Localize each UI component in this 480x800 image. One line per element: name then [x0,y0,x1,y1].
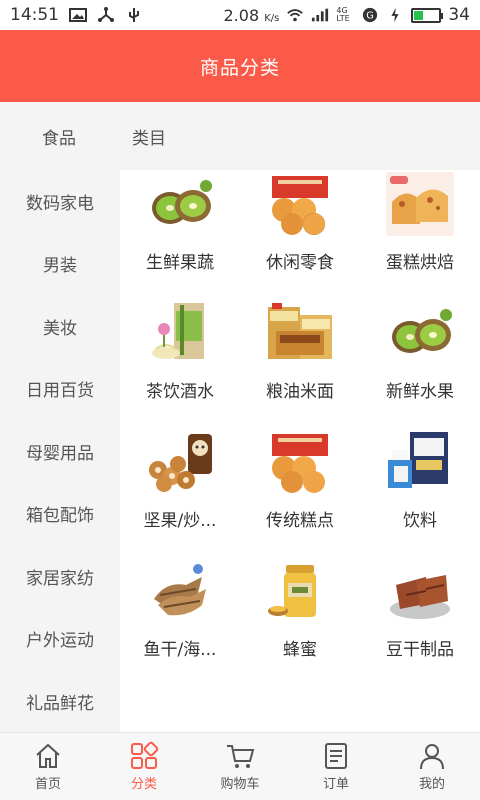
grid-item-label: 饮料 [403,511,437,531]
tab-category[interactable]: 类目 [132,124,166,149]
honey-jar-image [266,559,334,623]
signal-icon [312,8,329,22]
battery-icon [411,7,444,23]
traditional-pastry-image [266,430,334,494]
svg-text:G: G [367,11,375,22]
grid-item-label: 鱼干/海... [143,640,217,660]
grid-item-tea-drinks[interactable]: 茶饮酒水 [120,299,240,428]
share-icon [98,7,114,22]
sidebar-item-daily-goods[interactable]: 日用百货 [0,358,120,421]
dried-fish-image [146,559,214,623]
image-icon [69,8,87,22]
snack-cakes-image [266,172,334,236]
grid-item-label: 粮油米面 [266,382,334,402]
kiwi-fruit-image [146,172,214,236]
grid-item-label: 休闲零食 [266,253,334,273]
network-speed: 2.08 K/s [223,5,280,25]
nav-label: 我的 [418,777,445,792]
page-title: 商品分类 [199,56,280,79]
nav-label: 首页 [34,777,61,792]
grid-item-traditional-pastry[interactable]: 传统糕点 [240,428,360,557]
sidebar-item-menswear[interactable]: 男装 [0,233,120,296]
grid-item-snacks[interactable]: 休闲零食 [240,170,360,299]
bottom-nav: 首页 分类 购物车 订单 我的 [0,732,480,800]
sidebar-item-bags-accessories[interactable]: 箱包配饰 [0,483,120,546]
battery-percent: 34 [448,5,470,25]
dried-tofu-image [386,559,454,623]
status-time: 14:51 [10,5,59,25]
home-icon [36,743,60,768]
nuts-package-image [146,430,214,494]
charging-icon [391,7,399,23]
coconut-milk-drink-image [386,430,454,494]
category-grid: 生鲜果蔬 休闲零食 蛋糕烘焙 茶饮酒水 粮油米面 新鲜水果 坚果/炒... 传统… [120,170,480,732]
status-bar: 14:51 2.08 K/s 4G LTE G 34 [0,0,480,30]
nav-cart[interactable]: 购物车 [192,733,288,800]
grid-item-cake-baking[interactable]: 蛋糕烘焙 [360,170,480,299]
sidebar-item-digital-appliances[interactable]: 数码家电 [0,170,120,233]
nav-label: 购物车 [220,777,260,792]
nav-label: 分类 [130,777,157,792]
grid-item-honey[interactable]: 蜂蜜 [240,557,360,686]
sidebar-item-home-textiles[interactable]: 家居家纺 [0,545,120,608]
grid-item-label: 蛋糕烘焙 [386,253,454,273]
grid-item-label: 传统糕点 [266,511,334,531]
app-header: 商品分类 [0,30,480,102]
nav-label: 订单 [322,777,349,792]
grid-item-fresh-fruit[interactable]: 新鲜水果 [360,299,480,428]
nav-home[interactable]: 首页 [0,733,96,800]
profile-icon [420,744,444,770]
sidebar-item-beauty[interactable]: 美妆 [0,295,120,358]
grid-item-grain-oil[interactable]: 粮油米面 [240,299,360,428]
grid-item-label: 新鲜水果 [386,382,454,402]
wifi-icon [287,9,304,22]
grid-item-nuts[interactable]: 坚果/炒... [120,428,240,557]
usb-icon [129,8,139,22]
grid-item-dried-fish[interactable]: 鱼干/海... [120,557,240,686]
nav-category[interactable]: 分类 [96,733,192,800]
nav-profile[interactable]: 我的 [384,733,480,800]
grid-item-label: 坚果/炒... [143,511,217,531]
grid-item-fresh-produce[interactable]: 生鲜果蔬 [120,170,240,299]
sidebar-item-gifts-flowers[interactable]: 礼品鲜花 [0,670,120,732]
grain-snack-box-image [266,301,334,365]
order-icon [325,743,347,769]
grid-item-label: 茶饮酒水 [146,382,214,402]
grid-item-dried-tofu[interactable]: 豆干制品 [360,557,480,686]
category-sidebar: 数码家电 男装 美妆 日用百货 母婴用品 箱包配饰 家居家纺 户外运动 礼品鲜花 [0,170,120,732]
kiwi-fruit-image [386,301,454,365]
grid-item-label: 豆干制品 [386,640,454,660]
tea-package-image [146,301,214,365]
sub-tabs: 食品 类目 [0,102,480,170]
category-icon [131,741,159,769]
tab-food[interactable]: 食品 [42,124,76,149]
data-saver-icon: G [363,7,378,23]
cart-icon [227,745,255,768]
sidebar-item-outdoor-sports[interactable]: 户外运动 [0,608,120,671]
grid-item-label: 生鲜果蔬 [146,253,214,273]
sidebar-item-mother-baby[interactable]: 母婴用品 [0,420,120,483]
bread-cake-image [386,172,454,236]
grid-item-label: 蜂蜜 [283,640,317,660]
grid-item-beverages[interactable]: 饮料 [360,428,480,557]
nav-orders[interactable]: 订单 [288,733,384,800]
network-type: 4G LTE [336,6,350,23]
